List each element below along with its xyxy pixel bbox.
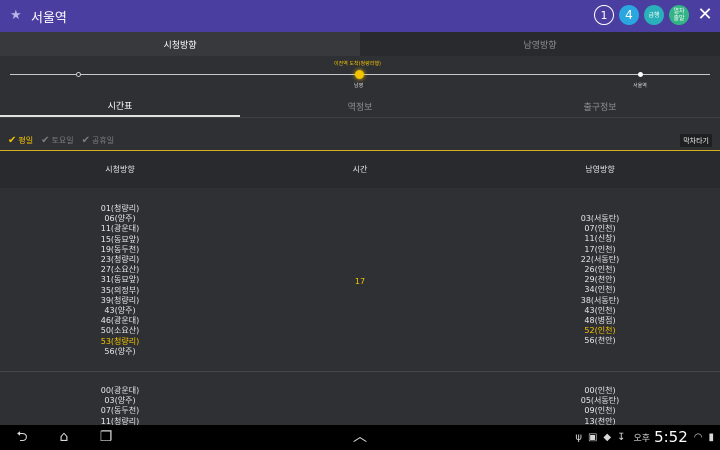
train-position-dot[interactable]: [355, 70, 364, 79]
time-entry: 15(동묘앞): [100, 234, 140, 244]
time-entry: 22(서동탄): [580, 254, 620, 264]
time-entry: 11(신창): [584, 234, 616, 244]
battery-icon: ▮: [708, 431, 714, 443]
timetable-header: 시청방향 시간 남영방향: [0, 151, 720, 188]
header-actions: 1 4 급행 열차 출발 ✕: [589, 5, 714, 25]
last-train-button[interactable]: 막차타기: [680, 134, 712, 147]
station-dot-left[interactable]: [76, 72, 81, 77]
hour-block-18: 00(광운대) 03(양주) 07(동두천) 11(청량리) 00(인천) 05(서동탄…: [0, 386, 720, 426]
check-icon: ✔: [81, 134, 90, 146]
time-entry: 26(인천): [584, 265, 616, 275]
day-saturday[interactable]: ✔ 토요일: [41, 135, 73, 146]
time-entry: 03(서동탄): [580, 214, 620, 223]
app-root: ★ 서울역 1 4 급행 열차 출발 ✕ 시청방향 남영방향 이전역 도착(청량…: [0, 0, 720, 450]
station-label-seoul: 서울역: [633, 83, 647, 89]
status-area: ψ ▣ ◆ ↧ 오후 5:52 ◠ ▮: [569, 428, 714, 446]
hour-block-17: 01(청량리) 06(양주) 11(광운대) 15(동묘앞) 19(동두천) 23(청량리…: [0, 204, 720, 359]
time-entry: 06(양주): [104, 214, 136, 224]
departure-badge[interactable]: 열차 출발: [669, 5, 689, 25]
time-entry: 07(인천): [584, 224, 616, 234]
header-sicheong: 시청방향: [105, 165, 135, 174]
time-entry: 56(양주): [104, 346, 136, 356]
header-bar: ★ 서울역 1 4 급행 열차 출발 ✕: [0, 0, 720, 32]
tab-sicheong-direction[interactable]: 시청방향: [0, 32, 360, 56]
time-entry: 19(동두천): [100, 244, 140, 254]
dropbox-icon: ◆: [603, 431, 612, 443]
home-icon[interactable]: ⌂: [52, 428, 76, 446]
tab-station-info[interactable]: 역정보: [240, 96, 480, 117]
line-4-badge[interactable]: 4: [619, 5, 639, 25]
time-entry: 29(천안): [584, 275, 616, 285]
time-entry: 05(서동탄): [580, 396, 620, 406]
time-entry: 00(광운대): [100, 386, 140, 395]
time-entry: 43(양주): [104, 306, 136, 316]
hour-label-empty: [240, 386, 480, 426]
recent-apps-icon[interactable]: ❐: [94, 428, 118, 446]
time-entry: 11(광운대): [100, 224, 140, 234]
day-weekday-label: 평일: [18, 135, 34, 145]
system-navbar: ⮌ ⌂ ❐ ︿ ψ ▣ ◆ ↧ 오후 5:52 ◠ ▮: [0, 425, 720, 450]
line-1-badge[interactable]: 1: [594, 5, 614, 25]
station-dot-right[interactable]: [638, 72, 643, 77]
hour-label: 17: [354, 277, 366, 286]
route-map: 이전역 도착(청량리행) 남영 서울역: [0, 56, 720, 96]
day-saturday-label: 토요일: [51, 135, 74, 145]
star-icon[interactable]: ★: [10, 9, 24, 23]
time-entry: 46(광운대): [100, 316, 140, 326]
ampm-label: 오후: [633, 433, 651, 444]
right-times: 03(서동탄) 07(인천) 11(신창) 17(인천) 22(서동탄) 26(인천) 29…: [480, 204, 720, 359]
time-entry: 38(서동탄): [580, 295, 620, 305]
time-entry: 23(청량리): [100, 255, 140, 265]
day-holiday-label: 공휴일: [92, 135, 115, 145]
time-entry: 34(인천): [584, 285, 616, 295]
page-title: 서울역: [31, 10, 67, 26]
time-entry: 31(동묘앞): [100, 275, 140, 285]
header-namyeong: 남영방향: [585, 165, 615, 174]
express-badge[interactable]: 급행: [644, 5, 664, 25]
right-times: 00(인천) 05(서동탄) 09(인천) 13(천안): [480, 386, 720, 426]
time-entry: 50(소요산): [100, 326, 140, 336]
tab-timetable[interactable]: 시간표: [0, 96, 240, 117]
day-holiday[interactable]: ✔ 공휴일: [82, 135, 114, 146]
image-icon: ▣: [587, 431, 598, 443]
time-entry: 01(청량리): [100, 204, 140, 213]
time-entry: 52(인천): [584, 326, 616, 336]
arrival-status: 이전역 도착(청량리행): [334, 61, 381, 67]
time-entry: 03(양주): [104, 396, 136, 406]
time-entry: 00(인천): [584, 386, 616, 395]
back-icon[interactable]: ⮌: [10, 428, 34, 446]
time-entry: 35(의정부): [100, 285, 140, 295]
station-label-namyeong: 남영: [354, 83, 364, 89]
time-entry: 43(인천): [584, 305, 616, 315]
check-icon: ✔: [8, 134, 17, 146]
sub-tabs: 시간표 역정보 출구정보: [0, 96, 720, 118]
usb-icon: ψ: [575, 431, 582, 443]
time-entry: 48(병점): [584, 316, 616, 326]
block-divider: [0, 371, 720, 372]
day-weekday[interactable]: ✔ 평일: [8, 135, 33, 146]
left-times: 01(청량리) 06(양주) 11(광운대) 15(동묘앞) 19(동두천) 23(청량리…: [0, 204, 240, 359]
close-icon[interactable]: ✕: [696, 6, 714, 24]
left-times: 00(광운대) 03(양주) 07(동두천) 11(청량리): [0, 386, 240, 426]
time-entry: 07(동두천): [100, 406, 140, 416]
time-entry: 53(청량리): [100, 336, 140, 346]
tab-namyeong-direction[interactable]: 남영방향: [360, 32, 720, 56]
time-entry: 17(인천): [584, 244, 616, 254]
tab-exit-info[interactable]: 출구정보: [480, 96, 720, 117]
wifi-icon: ◠: [693, 431, 703, 443]
time-entry: 39(청량리): [100, 295, 140, 305]
header-time: 시간: [352, 165, 368, 174]
menu-up-icon[interactable]: ︿: [348, 428, 372, 446]
clock: 5:52: [654, 428, 688, 446]
time-entry: 56(천안): [584, 336, 616, 346]
direction-tabs: 시청방향 남영방향: [0, 32, 720, 56]
download-icon: ↧: [617, 431, 626, 443]
time-entry: 09(인천): [584, 406, 616, 416]
day-filter: ✔ 평일 ✔ 토요일 ✔ 공휴일 막차타기: [0, 130, 720, 150]
time-entry: 27(소요산): [100, 265, 140, 275]
check-icon: ✔: [41, 134, 50, 146]
